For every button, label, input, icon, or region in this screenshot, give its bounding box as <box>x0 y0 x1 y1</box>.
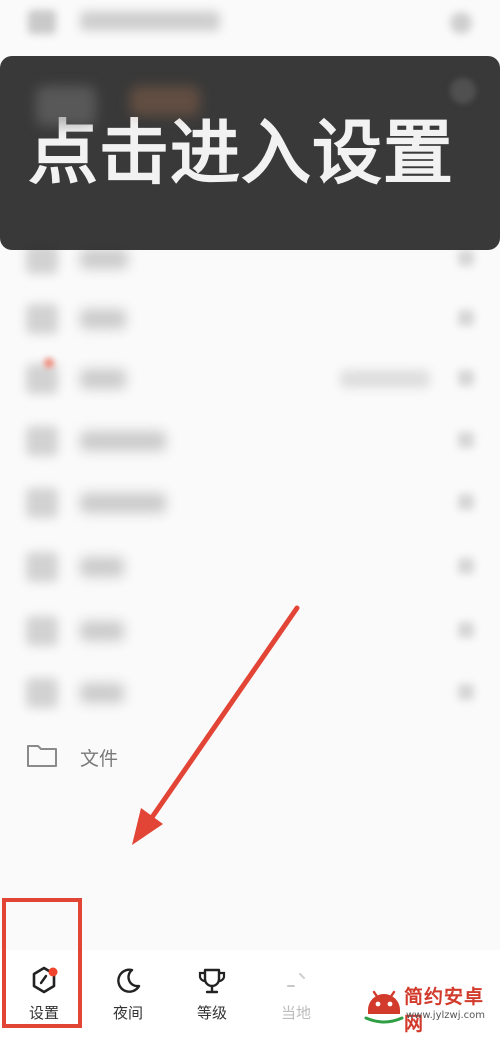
site-watermark: 简约安卓网 www.jylzwj.com <box>364 976 494 1036</box>
blurred-more-icon <box>450 78 476 104</box>
blurred-icon <box>26 364 58 394</box>
chevron-right-icon <box>458 310 474 326</box>
blurred-label <box>80 621 124 641</box>
top-bar <box>0 0 500 50</box>
menu-item-blurred[interactable] <box>0 602 500 662</box>
menu-item-blurred[interactable] <box>0 350 500 410</box>
tab-local[interactable]: 当地 <box>256 950 336 1040</box>
chevron-right-icon <box>458 494 474 510</box>
watermark-url: www.jylzwj.com <box>406 1010 486 1021</box>
tab-label: 当地 <box>280 1004 311 1022</box>
blurred-icon <box>26 426 58 456</box>
tab-label: 等级 <box>196 1004 227 1022</box>
blurred-title <box>80 11 220 31</box>
android-robot-icon <box>364 980 404 1024</box>
blurred-label <box>80 309 126 329</box>
chevron-right-icon <box>458 684 474 700</box>
chevron-right-icon <box>458 622 474 638</box>
menu-item-blurred[interactable] <box>0 474 500 534</box>
menu-item-blurred[interactable] <box>0 412 500 472</box>
chevron-right-icon <box>458 370 474 386</box>
instruction-callout: 点击进入设置 <box>0 56 500 250</box>
highlight-box <box>2 898 82 1028</box>
location-icon <box>280 964 312 996</box>
menu-item-blurred[interactable] <box>0 538 500 598</box>
watermark-name: 简约安卓网 <box>404 986 485 1035</box>
tab-level[interactable]: 等级 <box>172 950 252 1040</box>
blurred-icon <box>26 552 58 582</box>
trophy-icon <box>196 964 228 996</box>
files-label: 文件 <box>80 748 119 770</box>
menu-item-blurred[interactable] <box>0 290 500 350</box>
blurred-avatar <box>36 86 96 126</box>
blurred-label <box>80 493 166 513</box>
folder-icon <box>26 742 58 768</box>
blurred-icon <box>26 616 58 646</box>
blurred-icon <box>26 678 58 708</box>
menu-item-files[interactable]: 文件 <box>0 726 500 786</box>
blurred-value <box>340 370 430 388</box>
blurred-label <box>80 683 124 703</box>
blurred-menu-icon[interactable] <box>28 10 56 34</box>
chevron-right-icon <box>458 558 474 574</box>
blurred-icon <box>26 488 58 518</box>
blurred-label <box>80 249 128 269</box>
tab-night[interactable]: 夜间 <box>88 950 168 1040</box>
blurred-label <box>80 369 126 389</box>
blurred-icon <box>26 304 58 334</box>
notification-dot <box>44 358 54 368</box>
tab-label: 夜间 <box>112 1004 143 1022</box>
callout-text: 点击进入设置 <box>28 112 454 194</box>
blurred-label <box>80 557 124 577</box>
blurred-username <box>130 86 200 116</box>
blurred-label <box>80 431 166 451</box>
chevron-right-icon <box>458 250 474 266</box>
moon-icon <box>112 964 144 996</box>
blurred-scan-icon[interactable] <box>450 12 472 34</box>
menu-item-blurred[interactable] <box>0 664 500 724</box>
chevron-right-icon <box>458 432 474 448</box>
